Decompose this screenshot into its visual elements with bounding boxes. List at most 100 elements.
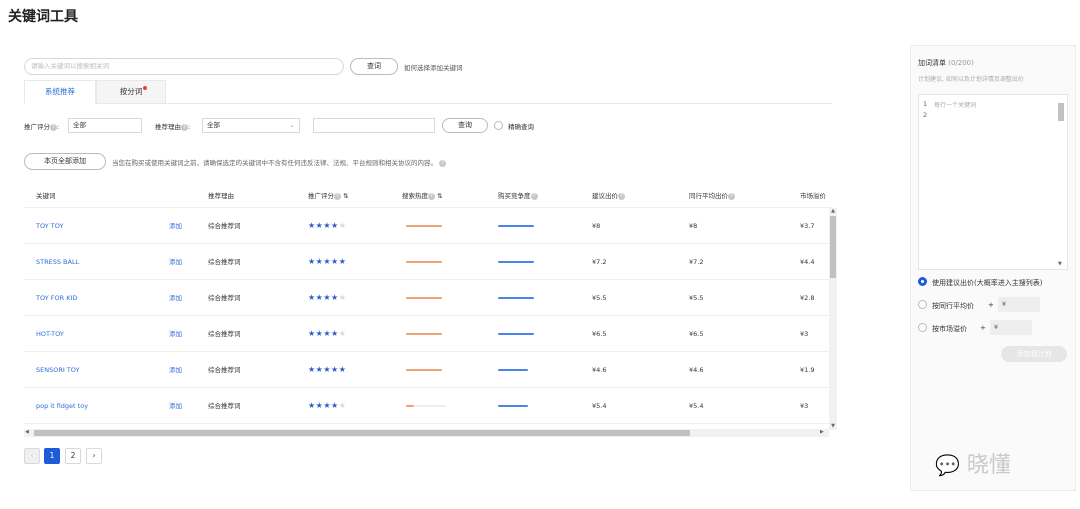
add-keyword-button[interactable]: 添加 bbox=[169, 388, 182, 424]
header-avg-bid[interactable]: 同行平均出价? bbox=[689, 190, 735, 200]
help-icon[interactable]: ? bbox=[439, 159, 447, 167]
table-row: pop it fidget toy 添加 综合推荐词 ★★★★★ ¥5.4 ¥5.4 ¥3 bbox=[24, 388, 832, 424]
score-stars: ★★★★★ bbox=[308, 257, 347, 266]
help-icon[interactable]: ? bbox=[50, 123, 57, 131]
add-to-plan-button[interactable]: 添加到计划 bbox=[1001, 346, 1067, 362]
line-number: 2 bbox=[923, 111, 928, 119]
add-keyword-button[interactable]: 添加 bbox=[169, 316, 182, 352]
avg-bid: ¥7.2 bbox=[689, 258, 704, 266]
market-bid-input[interactable]: ¥ bbox=[990, 320, 1032, 335]
radio-market-bid-label: 按市场溢价 bbox=[932, 325, 967, 333]
keyword-editor[interactable]: 1 2 每行一个关键词 ▼ bbox=[918, 94, 1068, 270]
scroll-up-icon[interactable]: ▲ bbox=[829, 208, 837, 214]
pager-page-2[interactable]: 2 bbox=[65, 448, 81, 464]
editor-scroll-thumb[interactable] bbox=[1058, 103, 1064, 121]
competition-bar bbox=[498, 225, 534, 227]
keyword-link[interactable]: SENSORI TOY bbox=[36, 352, 80, 388]
page-title: 关键词工具 bbox=[8, 9, 78, 25]
help-icon[interactable]: ? bbox=[181, 123, 188, 131]
wechat-icon: 💬 bbox=[935, 453, 960, 477]
suggested-bid: ¥7.2 bbox=[592, 258, 607, 266]
keyword-count: (0/200) bbox=[948, 59, 974, 67]
keyword-search-input[interactable]: 请输入关键词以搜索相关词 bbox=[24, 58, 344, 75]
avg-bid: ¥6.5 bbox=[689, 330, 704, 338]
keyword-link[interactable]: TOY FOR KID bbox=[36, 280, 77, 316]
add-keyword-button[interactable]: 添加 bbox=[169, 280, 182, 316]
avg-bid: ¥8 bbox=[689, 222, 698, 230]
reason-text: 综合推荐词 bbox=[208, 366, 241, 374]
suggested-bid: ¥5.4 bbox=[592, 402, 607, 410]
tab-bar: 系统推荐 按分词 bbox=[24, 80, 832, 104]
score-stars: ★★★★★ bbox=[308, 221, 347, 230]
vertical-scroll-thumb[interactable] bbox=[830, 216, 836, 278]
reason-filter-select[interactable]: 全部 ⌄ bbox=[202, 118, 300, 133]
keyword-link[interactable]: pop it fidget toy bbox=[36, 388, 88, 424]
add-keyword-button[interactable]: 添加 bbox=[169, 208, 182, 244]
avg-bid: ¥5.5 bbox=[689, 294, 704, 302]
score-filter-input[interactable]: 全部 bbox=[68, 118, 142, 133]
scroll-down-icon[interactable]: ▼ bbox=[829, 423, 837, 429]
panel-title: 加词清单 (0/200) bbox=[918, 59, 974, 67]
radio-suggested-bid[interactable] bbox=[918, 277, 927, 286]
tab-system-recommend[interactable]: 系统推荐 bbox=[24, 80, 96, 104]
keyword-filter-input[interactable] bbox=[313, 118, 435, 133]
table-row: HOT-TOY 添加 综合推荐词 ★★★★★ ¥6.5 ¥6.5 ¥3 bbox=[24, 316, 832, 352]
scroll-left-icon[interactable]: ◀ bbox=[25, 429, 29, 435]
header-score[interactable]: 推广评分? ⇅ bbox=[308, 190, 349, 200]
header-competition[interactable]: 购买竞争度? bbox=[498, 190, 538, 200]
table-row: TOY TOY 添加 综合推荐词 ★★★★★ ¥8 ¥8 ¥3.7 bbox=[24, 208, 832, 244]
pager-page-1[interactable]: 1 bbox=[44, 448, 60, 464]
suggested-bid: ¥4.6 bbox=[592, 366, 607, 374]
scroll-right-icon[interactable]: ▶ bbox=[820, 429, 824, 435]
radio-avg-bid[interactable] bbox=[918, 300, 927, 309]
score-stars: ★★★★★ bbox=[308, 401, 347, 410]
pager-next[interactable]: › bbox=[86, 448, 102, 464]
score-filter-label: 推广评分?: bbox=[24, 123, 60, 131]
help-link[interactable]: 如何选择添加关键词 bbox=[404, 62, 463, 72]
reason-text: 综合推荐词 bbox=[208, 330, 241, 338]
header-bid[interactable]: 建议出价? bbox=[592, 190, 625, 200]
avg-bid-input[interactable]: ¥ bbox=[998, 297, 1040, 312]
heat-bar bbox=[406, 261, 442, 263]
sort-icon: ⇅ bbox=[437, 192, 443, 200]
add-keyword-button[interactable]: 添加 bbox=[169, 352, 182, 388]
header-heat[interactable]: 搜索热度? ⇅ bbox=[402, 190, 443, 200]
keyword-link[interactable]: TOY TOY bbox=[36, 208, 63, 244]
radio-market-bid[interactable] bbox=[918, 323, 927, 332]
competition-bar bbox=[498, 261, 534, 263]
score-stars: ★★★★★ bbox=[308, 329, 347, 338]
help-icon: ? bbox=[428, 192, 435, 200]
competition-bar bbox=[498, 297, 534, 299]
search-button[interactable]: 查词 bbox=[350, 58, 398, 75]
keyword-link[interactable]: STRESS BALL bbox=[36, 244, 79, 280]
editor-scroll-down-icon[interactable]: ▼ bbox=[1058, 261, 1062, 267]
market-premium: ¥3 bbox=[800, 330, 809, 338]
radio-suggested-bid-label: 使用建议出价(大概率进入主搜列表) bbox=[932, 279, 1043, 287]
header-reason: 推荐理由 bbox=[208, 192, 234, 200]
panel-subtitle: 计划建议, 如何以及计划详情页调整出价 bbox=[918, 76, 1024, 83]
heat-bar bbox=[406, 405, 414, 407]
query-button[interactable]: 查询 bbox=[442, 118, 488, 133]
heat-bar bbox=[406, 225, 442, 227]
competition-bar bbox=[498, 369, 528, 371]
exact-query-checkbox[interactable] bbox=[494, 121, 503, 130]
exact-query-label: 精确查询 bbox=[508, 123, 534, 131]
tab-by-segment[interactable]: 按分词 bbox=[96, 80, 166, 104]
header-market: 市场溢价 bbox=[800, 192, 826, 200]
add-keyword-button[interactable]: 添加 bbox=[169, 244, 182, 280]
pager-prev[interactable]: ‹ bbox=[24, 448, 40, 464]
radio-avg-bid-label: 按同行平均价 bbox=[932, 302, 974, 310]
reason-text: 综合推荐词 bbox=[208, 258, 241, 266]
add-all-button[interactable]: 本页全部添加 bbox=[24, 153, 106, 170]
keyword-link[interactable]: HOT-TOY bbox=[36, 316, 64, 352]
score-stars: ★★★★★ bbox=[308, 365, 347, 374]
market-premium: ¥3 bbox=[800, 402, 809, 410]
avg-bid: ¥4.6 bbox=[689, 366, 704, 374]
score-stars: ★★★★★ bbox=[308, 293, 347, 302]
reason-text: 综合推荐词 bbox=[208, 402, 241, 410]
table-row: SENSORI TOY 添加 综合推荐词 ★★★★★ ¥4.6 ¥4.6 ¥1.9 bbox=[24, 352, 832, 388]
help-icon: ? bbox=[530, 192, 538, 200]
horizontal-scroll-thumb[interactable] bbox=[34, 430, 690, 436]
help-icon: ? bbox=[728, 192, 735, 200]
chevron-down-icon: ⌄ bbox=[289, 121, 295, 129]
